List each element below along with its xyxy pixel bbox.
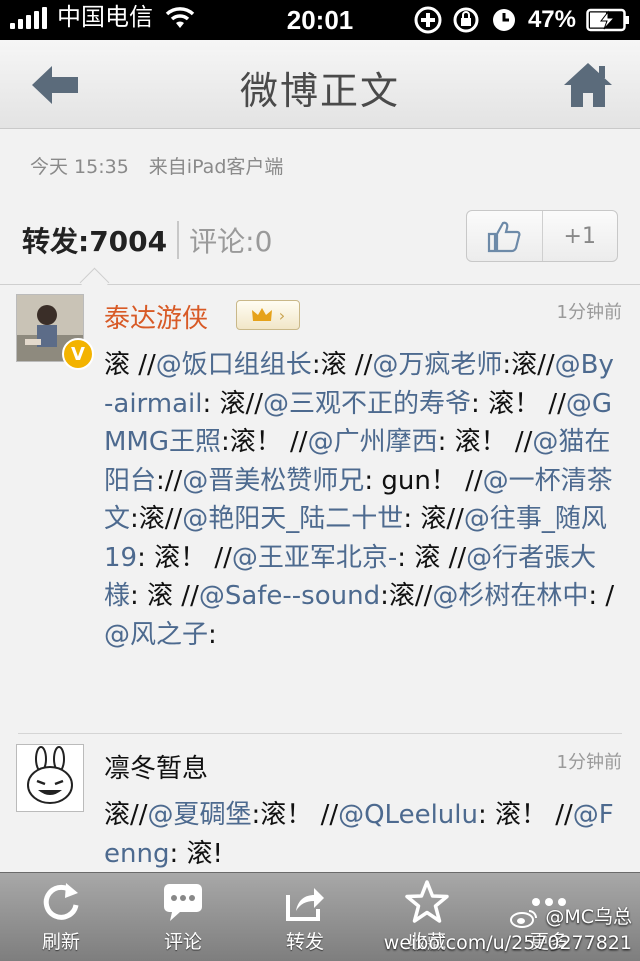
like-button[interactable]: +1 xyxy=(466,210,618,262)
repost-text-fragment: : 滚// xyxy=(403,504,464,534)
thumbs-up-icon xyxy=(488,221,521,253)
crown-icon xyxy=(251,308,272,321)
time-ago: 1分钟前 xyxy=(556,752,622,773)
chevron-right-icon: › xyxy=(278,305,286,325)
comment-icon xyxy=(164,884,202,921)
repost-text-fragment: 滚// xyxy=(104,800,148,830)
avatar-rabbit xyxy=(17,745,83,811)
mention-link[interactable]: @艳阳天_陆二十世 xyxy=(182,504,403,534)
repost-text-fragment: : / xyxy=(588,581,615,611)
repost-text-fragment: :滚 // xyxy=(311,350,373,380)
status-right: 47% xyxy=(414,6,630,34)
tab-label: 评论 xyxy=(163,931,202,953)
repost-text: 滚//@夏碉堡:滚！ //@QLeelulu: 滚！ //@Fenng: 滚! xyxy=(104,796,620,873)
mention-link[interactable]: @风之子 xyxy=(104,620,208,650)
post-source: 来自iPad客户端 xyxy=(148,156,284,178)
comment-label: 评论: xyxy=(189,225,255,258)
time-ago: 1分钟前 xyxy=(556,302,622,323)
repost-text-fragment: : 滚! xyxy=(169,838,223,869)
tab-repost[interactable]: 转发 xyxy=(244,873,366,961)
mention-link[interactable]: @万疯老师 xyxy=(372,350,502,380)
alarm-clock-icon xyxy=(492,9,515,31)
repost-text-fragment: : 滚！ // xyxy=(471,388,566,419)
repost-text: 滚 //@饭口组组长:滚 //@万疯老师:滚//@By-airmail: 滚//… xyxy=(104,346,620,654)
post-counts: 转发:7004 评论:0 xyxy=(22,220,272,260)
refresh-icon xyxy=(43,883,79,920)
repost-label: 转发: xyxy=(22,225,90,258)
watermark-handle-row: @MC乌总 xyxy=(384,904,632,930)
username[interactable]: 凛冬暂息 xyxy=(104,748,208,785)
tab-comment[interactable]: 评论 xyxy=(122,873,244,961)
page-title: 微博正文 xyxy=(239,69,400,113)
repost-text-fragment: : 滚 // xyxy=(397,542,467,573)
battery-charging-icon xyxy=(586,8,629,32)
weibo-logo-icon xyxy=(510,909,538,928)
vip-badge[interactable]: › xyxy=(236,300,300,330)
repost-text-fragment: : gun！ // xyxy=(364,465,483,496)
count-separator xyxy=(177,221,180,259)
repost-text-fragment: :// xyxy=(156,465,183,496)
home-icon[interactable] xyxy=(562,60,614,110)
repost-text-fragment: : 滚！ // xyxy=(477,800,573,830)
mention-link[interactable]: @饭口组组长 xyxy=(156,350,312,380)
repost-text-fragment: : 滚！ // xyxy=(437,427,533,457)
mention-link[interactable]: @QLeelulu xyxy=(338,800,478,830)
post-meta: 今天 15:35 来自iPad客户端 xyxy=(30,152,283,179)
repost-tab[interactable]: 转发:7004 xyxy=(22,220,167,260)
repost-text-fragment: :滚// xyxy=(130,504,183,534)
item-divider xyxy=(18,733,622,734)
repost-text-fragment: :滚！ // xyxy=(251,800,339,830)
post-text-cutoff xyxy=(30,128,610,140)
watermark-handle: @MC乌总 xyxy=(545,906,632,928)
mention-link[interactable]: @广州摩西 xyxy=(308,427,438,457)
verified-badge: V xyxy=(62,338,94,370)
add-circle-icon xyxy=(414,6,442,34)
username[interactable]: 泰达游侠 xyxy=(104,298,208,335)
repost-text-fragment: :滚// xyxy=(502,350,555,380)
tab-label: 刷新 xyxy=(41,931,80,953)
repost-text-fragment: : 滚 // xyxy=(130,581,199,611)
tab-refresh[interactable]: 刷新 xyxy=(0,873,122,961)
repost-text-fragment: :滚！ // xyxy=(221,427,308,457)
battery-percent: 47% xyxy=(527,6,576,33)
avatar[interactable] xyxy=(16,744,84,812)
repost-text-fragment: : 滚// xyxy=(202,388,264,419)
mention-link[interactable]: @三观不正的寿爷 xyxy=(263,389,471,419)
mention-link[interactable]: @晋美松赞师兄 xyxy=(182,466,364,496)
repost-text-fragment: : 滚！ // xyxy=(137,542,232,573)
navigation-bar: 微博正文 xyxy=(0,40,640,129)
mention-link[interactable]: @夏碉堡 xyxy=(148,800,252,830)
tab-pointer xyxy=(79,267,110,298)
plus-one-label: +1 xyxy=(563,223,596,249)
post-time: 今天 15:35 xyxy=(30,156,129,178)
status-bar: 中国电信 20:01 47% xyxy=(0,0,640,40)
comment-count: 0 xyxy=(254,225,273,258)
watermark: @MC乌总 weibo.com/u/2570277821 xyxy=(384,904,632,956)
repost-text-fragment: :滚// xyxy=(380,581,433,611)
watermark-url: weibo.com/u/2570277821 xyxy=(383,932,632,954)
repost-text-fragment: 滚 // xyxy=(104,350,156,380)
like-thumb[interactable] xyxy=(467,211,543,261)
rotation-lock-icon xyxy=(453,7,479,33)
comment-tab[interactable]: 评论:0 xyxy=(189,220,272,260)
like-plus-one[interactable]: +1 xyxy=(543,211,618,261)
repost-text-fragment: : xyxy=(208,619,217,650)
repost-icon xyxy=(286,888,324,921)
mention-link[interactable]: @Safe--sound xyxy=(199,581,380,611)
mention-link[interactable]: @王亚军北京- xyxy=(232,543,397,573)
repost-count: 7004 xyxy=(89,225,168,258)
mention-link[interactable]: @杉树在林中 xyxy=(432,581,588,611)
tab-label: 转发 xyxy=(285,931,324,953)
